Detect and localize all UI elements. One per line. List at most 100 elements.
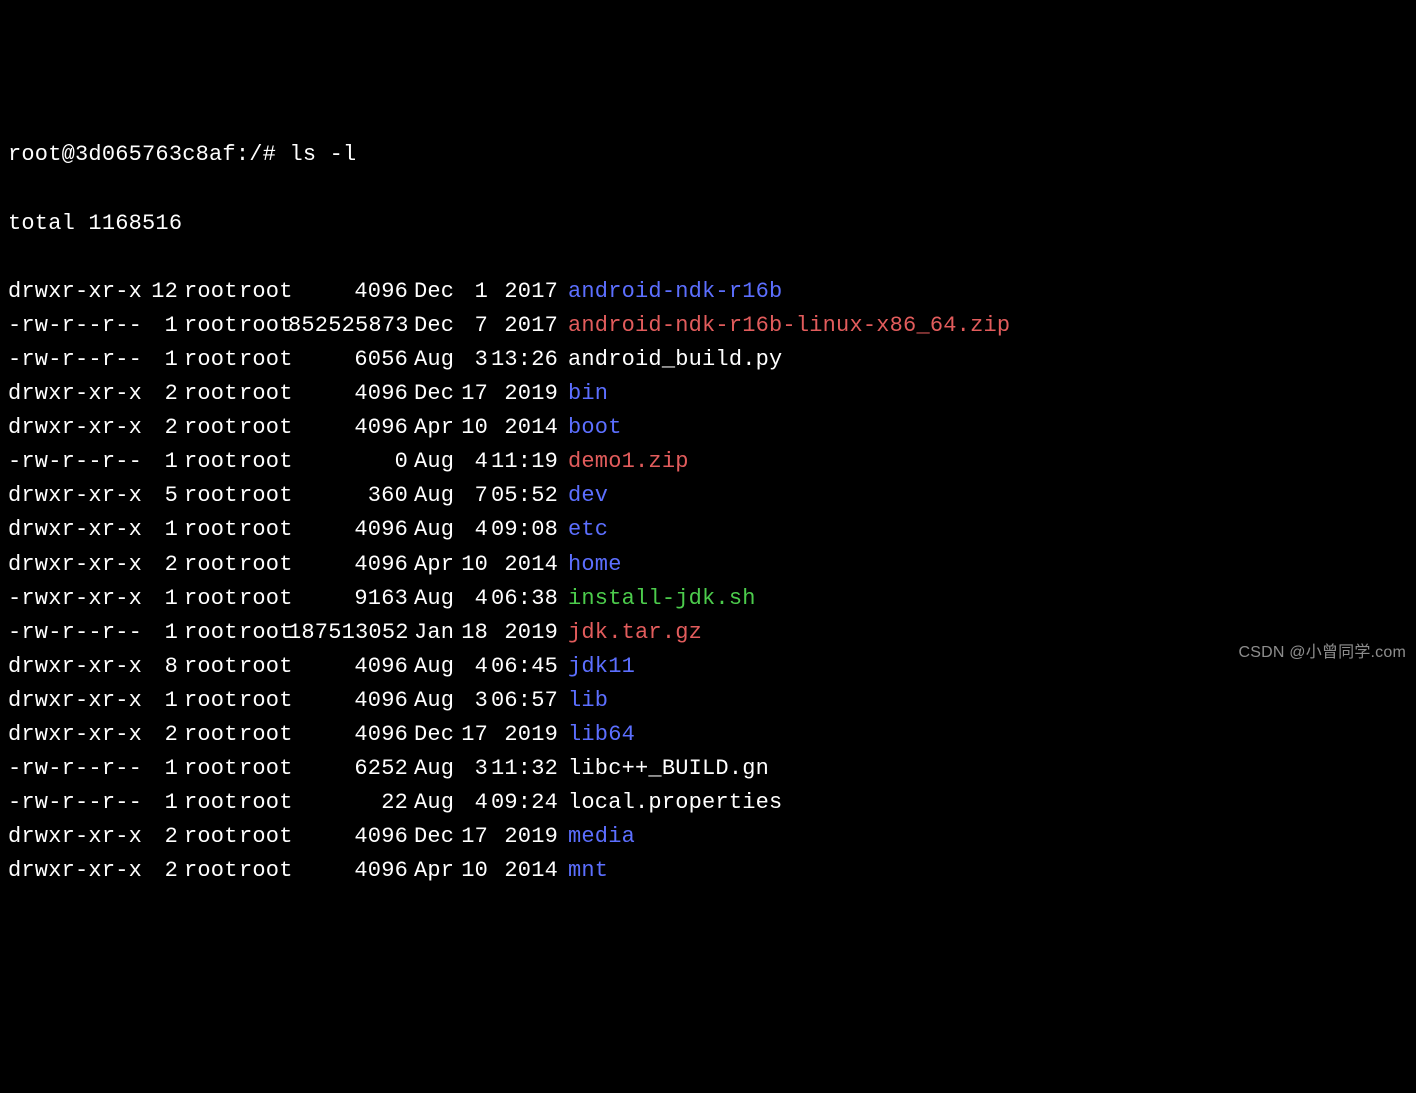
file-links: 1 xyxy=(133,445,178,479)
file-links: 2 xyxy=(133,820,178,854)
file-row: drwxr-xr-x5rootroot360Aug705:52dev xyxy=(8,479,1408,513)
file-size: 4096 xyxy=(288,548,408,582)
file-day: 4 xyxy=(453,786,488,820)
file-month: Aug xyxy=(408,445,453,479)
file-year-or-time: 2014 xyxy=(488,411,558,445)
file-links: 1 xyxy=(133,684,178,718)
file-year-or-time: 11:19 xyxy=(488,445,558,479)
file-owner: root xyxy=(178,582,233,616)
file-permissions: -rw-r--r-- xyxy=(8,309,133,343)
file-year-or-time: 2019 xyxy=(488,616,558,650)
file-day: 3 xyxy=(453,752,488,786)
file-month: Dec xyxy=(408,377,453,411)
file-day: 10 xyxy=(453,854,488,888)
file-name: mnt xyxy=(558,854,608,888)
file-group: root xyxy=(233,854,288,888)
file-owner: root xyxy=(178,616,233,650)
file-year-or-time: 2017 xyxy=(488,309,558,343)
file-owner: root xyxy=(178,650,233,684)
file-row: drwxr-xr-x1rootroot4096Aug409:08etc xyxy=(8,513,1408,547)
file-group: root xyxy=(233,820,288,854)
file-group: root xyxy=(233,616,288,650)
file-group: root xyxy=(233,548,288,582)
file-permissions: drwxr-xr-x xyxy=(8,377,133,411)
file-month: Apr xyxy=(408,854,453,888)
file-row: drwxr-xr-x2rootroot4096Dec172019lib64 xyxy=(8,718,1408,752)
file-name: jdk11 xyxy=(558,650,635,684)
file-row: drwxr-xr-x2rootroot4096Apr102014boot xyxy=(8,411,1408,445)
file-year-or-time: 2014 xyxy=(488,548,558,582)
file-year-or-time: 06:38 xyxy=(488,582,558,616)
file-links: 2 xyxy=(133,854,178,888)
file-day: 1 xyxy=(453,275,488,309)
file-year-or-time: 2019 xyxy=(488,377,558,411)
file-row: drwxr-xr-x2rootroot4096Apr102014home xyxy=(8,548,1408,582)
file-month: Aug xyxy=(408,684,453,718)
file-month: Dec xyxy=(408,309,453,343)
file-year-or-time: 2019 xyxy=(488,718,558,752)
file-name: libc++_BUILD.gn xyxy=(558,752,769,786)
file-month: Aug xyxy=(408,650,453,684)
file-day: 4 xyxy=(453,513,488,547)
terminal-prompt-line[interactable]: root@3d065763c8af:/# ls -l xyxy=(8,138,1408,172)
file-name: etc xyxy=(558,513,608,547)
file-size: 0 xyxy=(288,445,408,479)
file-year-or-time: 13:26 xyxy=(488,343,558,377)
file-group: root xyxy=(233,650,288,684)
file-group: root xyxy=(233,377,288,411)
file-row: -rw-r--r--1rootroot22Aug409:24local.prop… xyxy=(8,786,1408,820)
file-permissions: -rw-r--r-- xyxy=(8,752,133,786)
file-owner: root xyxy=(178,309,233,343)
file-owner: root xyxy=(178,684,233,718)
file-size: 9163 xyxy=(288,582,408,616)
file-year-or-time: 06:57 xyxy=(488,684,558,718)
file-links: 2 xyxy=(133,718,178,752)
file-group: root xyxy=(233,582,288,616)
file-day: 10 xyxy=(453,548,488,582)
file-size: 4096 xyxy=(288,854,408,888)
file-month: Apr xyxy=(408,411,453,445)
file-owner: root xyxy=(178,445,233,479)
file-name: android-ndk-r16b xyxy=(558,275,782,309)
file-owner: root xyxy=(178,820,233,854)
file-links: 12 xyxy=(133,275,178,309)
file-day: 17 xyxy=(453,718,488,752)
file-month: Dec xyxy=(408,275,453,309)
file-size: 360 xyxy=(288,479,408,513)
file-size: 22 xyxy=(288,786,408,820)
file-day: 4 xyxy=(453,650,488,684)
file-name: android_build.py xyxy=(558,343,782,377)
file-size: 6252 xyxy=(288,752,408,786)
file-day: 3 xyxy=(453,684,488,718)
file-month: Apr xyxy=(408,548,453,582)
file-name: install-jdk.sh xyxy=(558,582,756,616)
file-permissions: drwxr-xr-x xyxy=(8,718,133,752)
file-year-or-time: 11:32 xyxy=(488,752,558,786)
file-year-or-time: 2017 xyxy=(488,275,558,309)
file-row: drwxr-xr-x2rootroot4096Dec172019media xyxy=(8,820,1408,854)
file-links: 1 xyxy=(133,309,178,343)
file-row: drwxr-xr-x8rootroot4096Aug406:45jdk11 xyxy=(8,650,1408,684)
file-month: Aug xyxy=(408,479,453,513)
file-owner: root xyxy=(178,343,233,377)
file-group: root xyxy=(233,684,288,718)
file-month: Dec xyxy=(408,718,453,752)
file-day: 4 xyxy=(453,582,488,616)
file-row: drwxr-xr-x12rootroot4096Dec12017android-… xyxy=(8,275,1408,309)
file-size: 4096 xyxy=(288,275,408,309)
file-group: root xyxy=(233,411,288,445)
file-month: Aug xyxy=(408,582,453,616)
file-owner: root xyxy=(178,854,233,888)
file-row: -rw-r--r--1rootroot0Aug411:19demo1.zip xyxy=(8,445,1408,479)
file-year-or-time: 2014 xyxy=(488,854,558,888)
file-group: root xyxy=(233,752,288,786)
file-name: media xyxy=(558,820,635,854)
file-day: 3 xyxy=(453,343,488,377)
file-row: drwxr-xr-x1rootroot4096Aug306:57lib xyxy=(8,684,1408,718)
file-size: 187513052 xyxy=(288,616,408,650)
file-size: 4096 xyxy=(288,377,408,411)
file-listing: drwxr-xr-x12rootroot4096Dec12017android-… xyxy=(8,275,1408,889)
file-owner: root xyxy=(178,548,233,582)
file-month: Dec xyxy=(408,820,453,854)
file-group: root xyxy=(233,513,288,547)
